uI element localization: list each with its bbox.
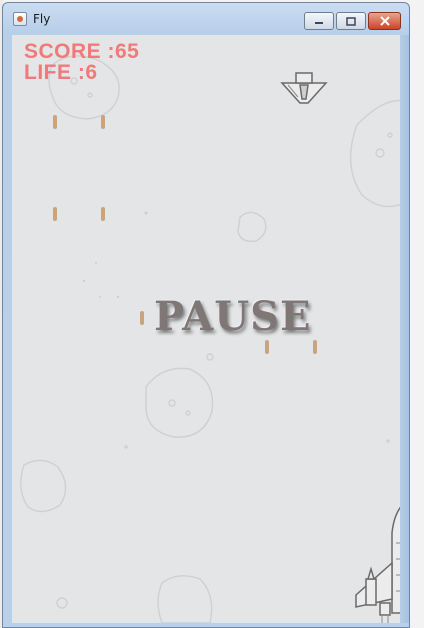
- minimize-icon: [315, 22, 323, 24]
- bullet: [53, 207, 57, 221]
- pause-text: PAUSE: [154, 293, 312, 340]
- bullet: [265, 340, 269, 354]
- bullet: [101, 207, 105, 221]
- maximize-button[interactable]: [336, 12, 366, 30]
- bullet: [140, 311, 144, 325]
- close-button[interactable]: [368, 12, 401, 30]
- app-window: Fly SCORE:65 LIFE:6 PAUSE: [2, 2, 410, 628]
- bullet: [313, 340, 317, 354]
- window-right-border: [400, 35, 409, 623]
- minimize-button[interactable]: [304, 12, 334, 30]
- bullet: [53, 115, 57, 129]
- player-ship: [355, 503, 404, 623]
- enemy-plane: [280, 72, 328, 104]
- window-controls: [302, 12, 401, 30]
- title-bar[interactable]: Fly: [3, 3, 409, 35]
- window-title: Fly: [33, 12, 51, 26]
- java-app-icon: [13, 12, 27, 26]
- close-icon: [379, 16, 390, 26]
- maximize-icon: [346, 16, 356, 26]
- bullet: [101, 115, 105, 129]
- score-label: SCORE :65: [24, 40, 140, 63]
- life-label: LIFE :6: [24, 61, 98, 84]
- game-canvas[interactable]: SCORE :65 LIFE :6 PAUSE: [12, 35, 404, 623]
